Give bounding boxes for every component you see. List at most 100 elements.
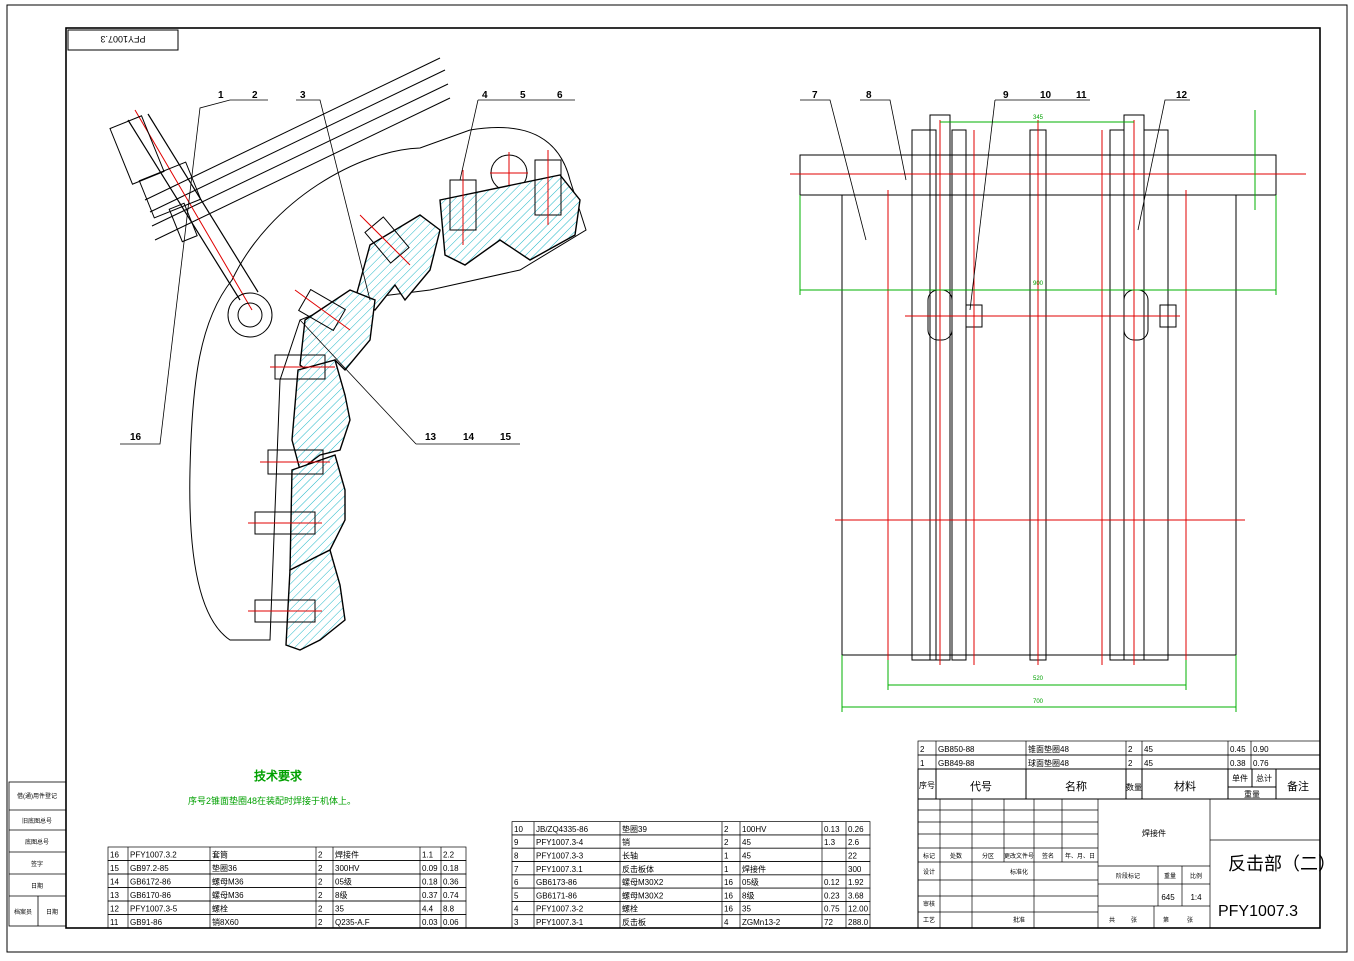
bom-cell-w2: 0.36 [443, 878, 459, 887]
right-balloon-labels: 7 8 9 10 11 12 [812, 90, 1188, 101]
bom-cell-w1: 0.37 [422, 891, 438, 900]
bom-cell-code: GB6173-86 [536, 878, 577, 887]
bom-row: 12 PFY1007.3-5 螺栓 2 35 4.4 8.8 [107, 900, 467, 915]
svg-text:工艺: 工艺 [923, 916, 935, 924]
bom-cell-name: 螺母M30X2 [622, 890, 664, 900]
bom-cell-no: 15 [110, 864, 119, 873]
dim-520: 520 [1033, 676, 1044, 682]
bom-cell-code: PFY1007.3.1 [536, 865, 583, 874]
balloon-7: 7 [812, 90, 818, 101]
svg-text:数量: 数量 [1126, 782, 1142, 792]
bom-cell-w1: 1.3 [824, 838, 836, 847]
bom-cell-code: PFY1007.3-3 [536, 852, 584, 861]
bom-cell-mat: 8级 [742, 890, 754, 900]
side-section-view [109, 57, 587, 651]
bom-cell-qty: 2 [1128, 745, 1133, 754]
bom-cell-no: 14 [110, 878, 119, 887]
bom-cell-w2: 2.2 [443, 851, 455, 860]
svg-text:第: 第 [1163, 916, 1169, 924]
balloon-5: 5 [520, 90, 526, 101]
bom-cell-w1: 4.4 [422, 905, 434, 914]
bom-cell-w2: 1.92 [848, 878, 864, 887]
corner-tag-text: PFY1007.3 [100, 34, 145, 44]
svg-text:批准: 批准 [1013, 916, 1025, 924]
bom-cell-name: 反击板体 [622, 864, 654, 874]
svg-text:单件: 单件 [1232, 773, 1248, 783]
bom-cell-w1: 0.18 [422, 878, 438, 887]
bom-cell-code: GB849-88 [938, 759, 975, 768]
balloon-8: 8 [866, 90, 872, 101]
bom-cell-qty: 2 [724, 825, 729, 834]
weight-value: 645 [1161, 893, 1175, 902]
bom-cell-qty: 2 [318, 918, 323, 927]
bom-cell-mat: 100HV [742, 825, 767, 834]
bom-cell-w1: 0.23 [824, 891, 840, 900]
bom-cell-no: 8 [514, 852, 519, 861]
bom-cell-no: 6 [514, 878, 519, 887]
bom-cell-mat: 焊接件 [335, 850, 359, 860]
bom-cell-w1: 0.12 [824, 878, 840, 887]
left-leaders [120, 99, 575, 445]
bom-cell-code: GB6170-86 [130, 891, 171, 900]
bom-cell-code: PFY1007.3-1 [536, 918, 584, 927]
dim-700: 700 [1033, 699, 1044, 705]
svg-text:备注: 备注 [1287, 779, 1309, 793]
title-block: 标记 处数 分区 更改文件号 签名 年、月、日 设计 标准化 阶段标记 重量 比… [917, 798, 1336, 929]
bom-cell-no: 10 [514, 825, 523, 834]
bom-header: 序号 代号 名称 数量 材料 单件 总计 重量 备注 [917, 768, 1321, 800]
bom-row: 8 PFY1007.3-3 长轴 1 45 22 [511, 847, 871, 862]
svg-text:总计: 总计 [1256, 773, 1272, 783]
bom-cell-mat: 45 [1144, 759, 1153, 768]
bom-cell-name: 螺母M36 [212, 890, 244, 900]
bom-cell-no: 16 [110, 851, 119, 860]
bom-cell-w2: 3.68 [848, 891, 864, 900]
bom-cell-qty: 2 [1128, 759, 1133, 768]
drawing-title: 反击部（二） [1228, 854, 1336, 874]
tech-req-text: 序号2锥面垫圈48在装配时焊接于机体上。 [188, 795, 356, 806]
svg-text:分区: 分区 [982, 852, 994, 860]
bom-cell-mat: 45 [1144, 745, 1153, 754]
svg-text:档案员: 档案员 [14, 908, 32, 916]
bom-cell-name: 螺母M30X2 [622, 877, 664, 887]
bom-row: 15 GB97.2-85 垫圈36 2 300HV 0.09 0.18 [107, 860, 467, 875]
bom-cell-name: 螺母M36 [212, 877, 244, 887]
bom-cell-mat: 05级 [742, 877, 759, 887]
bom-cell-name: 套筒 [212, 850, 228, 860]
balloon-2: 2 [252, 90, 258, 101]
bom-cell-no: 11 [110, 918, 119, 927]
inner-frame [65, 27, 1321, 929]
bom-cell-w2: 2.6 [848, 838, 860, 847]
bom-row: 5 GB6171-86 螺母M30X2 16 8级 0.23 3.68 [511, 887, 871, 902]
balloon-11: 11 [1076, 90, 1087, 101]
bom-cell-code: GB6171-86 [536, 891, 577, 900]
bom-cell-name: 销 [622, 837, 630, 847]
bom-cell-mat: 300HV [335, 864, 360, 873]
bom-cell-qty: 2 [318, 851, 323, 860]
bom-cell-qty: 1 [724, 852, 729, 861]
balloon-10: 10 [1040, 90, 1052, 101]
bom-cell-w2: 0.06 [443, 918, 459, 927]
svg-text:签名: 签名 [1042, 852, 1054, 860]
bom-cell-code: PFY1007.3-2 [536, 905, 584, 914]
bom-cell-code: PFY1007.3.2 [130, 851, 177, 860]
balloon-16: 16 [130, 432, 142, 443]
bom-cell-w1: 0.09 [422, 864, 438, 873]
svg-text:借(通)用件登记: 借(通)用件登记 [17, 792, 57, 800]
bom-cell-no: 9 [514, 838, 519, 847]
svg-text:重量: 重量 [1244, 789, 1260, 799]
bom-cell-mat: 35 [335, 905, 344, 914]
svg-text:日期: 日期 [46, 908, 58, 916]
bom-cell-w2: 300 [848, 865, 862, 874]
bom-cell-name: 球面垫圈48 [1028, 758, 1069, 768]
bom-cell-qty: 16 [724, 891, 733, 900]
bom-cell-w2: 12.00 [848, 905, 869, 914]
svg-text:张: 张 [1187, 916, 1193, 924]
svg-text:更改文件号: 更改文件号 [1004, 852, 1034, 860]
bom-cell-name: 锥面垫圈48 [1028, 744, 1069, 754]
bom-cell-no: 3 [514, 918, 519, 927]
svg-text:比例: 比例 [1190, 872, 1202, 880]
bom-cell-w2: 0.26 [848, 825, 864, 834]
svg-text:年、月、日: 年、月、日 [1065, 852, 1095, 860]
svg-text:共: 共 [1109, 916, 1115, 924]
svg-text:张: 张 [1131, 916, 1137, 924]
